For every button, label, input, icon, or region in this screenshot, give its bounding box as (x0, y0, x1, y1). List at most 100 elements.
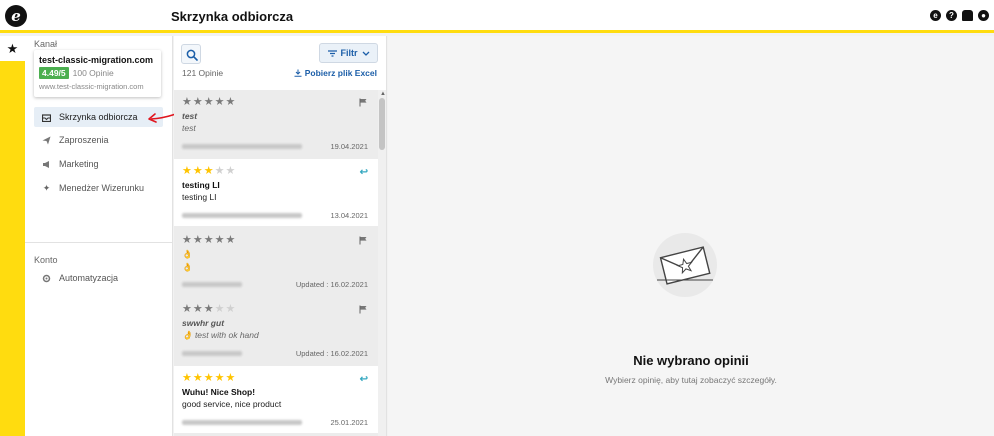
star-icon: ★ (214, 96, 226, 108)
sidebar-item-brand-manager[interactable]: ✦ Menedżer Wizerunku (34, 178, 163, 198)
star-icon: ★ (214, 234, 226, 246)
star-icon: ★ (203, 165, 215, 177)
review-title: 👌 (182, 249, 193, 259)
download-icon (294, 69, 302, 77)
scroll-up-icon[interactable]: ▲ (380, 91, 386, 97)
filter-icon (327, 49, 337, 57)
sidebar-item-label: Marketing (59, 159, 99, 169)
help-icon[interactable]: ? (946, 10, 957, 21)
review-title: testing LI (182, 180, 220, 190)
sidebar-item-invitations[interactable]: Zaproszenia (34, 130, 163, 150)
star-icon: ★ (214, 372, 226, 384)
scroll-thumb[interactable] (379, 98, 385, 150)
review-detail-panel: Nie wybrano opinii Wybierz opinię, aby t… (388, 36, 994, 436)
star-icon: ★ (192, 165, 204, 177)
review-date: 13.04.2021 (330, 211, 368, 220)
star-icon: ★ (182, 234, 193, 246)
channel-name: test-classic-migration.com (39, 55, 154, 65)
review-count: 121 Opinie (182, 68, 224, 78)
bell-icon[interactable] (962, 10, 973, 21)
top-bar: e Skrzynka odbiorcza e ? ● (0, 0, 994, 33)
sidebar-divider (25, 242, 173, 243)
star-icon: ★ (182, 165, 193, 177)
megaphone-icon (42, 160, 51, 169)
flag-icon[interactable] (359, 305, 368, 314)
page-title: Skrzynka odbiorcza (171, 9, 294, 24)
star-icon: ★ (192, 234, 204, 246)
search-button[interactable] (181, 44, 201, 64)
search-icon (186, 49, 198, 61)
star-icon: ★ (182, 96, 193, 108)
star-icon: ★ (225, 165, 237, 177)
review-item[interactable]: ★★★★★ testing LI testing LI 13.04.2021 ↩ (174, 159, 378, 226)
reply-icon[interactable]: ↩ (360, 374, 368, 385)
list-header: Filtr 121 Opinie Pobierz plik Excel (174, 36, 386, 90)
sidebar: Kanał test-classic-migration.com 4.49/5 … (25, 36, 173, 436)
review-title: swwhr gut (182, 318, 225, 328)
review-body: 👌 test with ok hand (182, 330, 259, 340)
sparkle-icon: ✦ (42, 182, 51, 193)
star-icon: ★ (182, 303, 193, 315)
star-icon: ★ (182, 372, 193, 384)
sidebar-item-label: Zaproszenia (59, 135, 109, 145)
redacted-email (182, 144, 302, 149)
channel-card[interactable]: test-classic-migration.com 4.49/5 100 Op… (34, 50, 161, 97)
empty-envelope-illustration (653, 233, 717, 297)
automation-icon (42, 274, 51, 283)
star-icon: ★ (214, 303, 226, 315)
review-body: 👌 (182, 262, 193, 272)
trusted-icon[interactable]: e (930, 10, 941, 21)
star-icon: ★ (203, 303, 215, 315)
opinion-count: 100 Opinie (72, 68, 114, 78)
review-body: testing LI (182, 192, 217, 202)
redacted-email (182, 351, 242, 356)
review-item[interactable]: ★★★★★ 👌 👌 Updated : 16.02.2021 (174, 228, 378, 295)
sidebar-item-label: Skrzynka odbiorcza (59, 112, 138, 122)
review-list: ★★★★★ test test 19.04.2021 ★★★★★ testing LI te… (174, 90, 378, 436)
star-icon: ★ (225, 96, 237, 108)
filter-button[interactable]: Filtr (319, 43, 378, 63)
inbox-icon (41, 113, 52, 122)
review-item[interactable]: ★★★★★ Wuhu! Nice Shop! good service, nice … (174, 366, 378, 433)
flag-icon[interactable] (359, 236, 368, 245)
user-icon[interactable]: ● (978, 10, 989, 21)
review-date: 25.01.2021 (330, 418, 368, 427)
sidebar-item-automation[interactable]: Automatyzacja (34, 268, 163, 288)
account-label: Konto (34, 255, 58, 265)
reply-icon[interactable]: ↩ (360, 167, 368, 178)
redacted-email (182, 420, 302, 425)
star-rating: ★★★★★ (182, 304, 370, 315)
sidebar-item-marketing[interactable]: Marketing (34, 154, 163, 174)
review-title: test (182, 111, 198, 121)
logo[interactable]: e (5, 5, 27, 27)
star-icon: ★ (203, 372, 215, 384)
chevron-down-icon (362, 51, 369, 56)
review-body: test (182, 123, 196, 133)
review-list-scrollbar[interactable]: ▲ (378, 90, 386, 436)
review-date: Updated : 16.02.2021 (295, 349, 368, 358)
review-item[interactable]: ★★★★★ swwhr gut 👌 test with ok hand Updated… (174, 297, 378, 364)
rating-row: 4.49/5 100 Opinie (39, 67, 156, 79)
review-date: 19.04.2021 (330, 142, 368, 151)
left-rail: ★ (0, 36, 25, 436)
star-icon: ★ (203, 96, 215, 108)
star-rating: ★★★★★ (182, 373, 370, 384)
redacted-email (182, 213, 302, 218)
review-item[interactable]: ★★★★★ test test 19.04.2021 (174, 90, 378, 157)
star-rating: ★★★★★ (182, 235, 370, 246)
review-list-panel: Filtr 121 Opinie Pobierz plik Excel ★★★★… (174, 36, 387, 436)
star-icon[interactable]: ★ (0, 36, 25, 61)
star-icon: ★ (214, 165, 226, 177)
star-icon: ★ (225, 303, 237, 315)
sidebar-item-label: Automatyzacja (59, 273, 119, 283)
download-excel-link[interactable]: Pobierz plik Excel (294, 68, 377, 78)
download-excel-label: Pobierz plik Excel (304, 68, 377, 78)
star-icon: ★ (225, 234, 237, 246)
review-date: Updated : 16.02.2021 (295, 280, 368, 289)
flag-icon[interactable] (359, 98, 368, 107)
sidebar-item-label: Menedżer Wizerunku (59, 183, 145, 193)
star-icon: ★ (192, 303, 204, 315)
review-title: Wuhu! Nice Shop! (182, 387, 256, 397)
star-icon: ★ (203, 234, 215, 246)
top-icons: e ? ● (930, 10, 989, 21)
